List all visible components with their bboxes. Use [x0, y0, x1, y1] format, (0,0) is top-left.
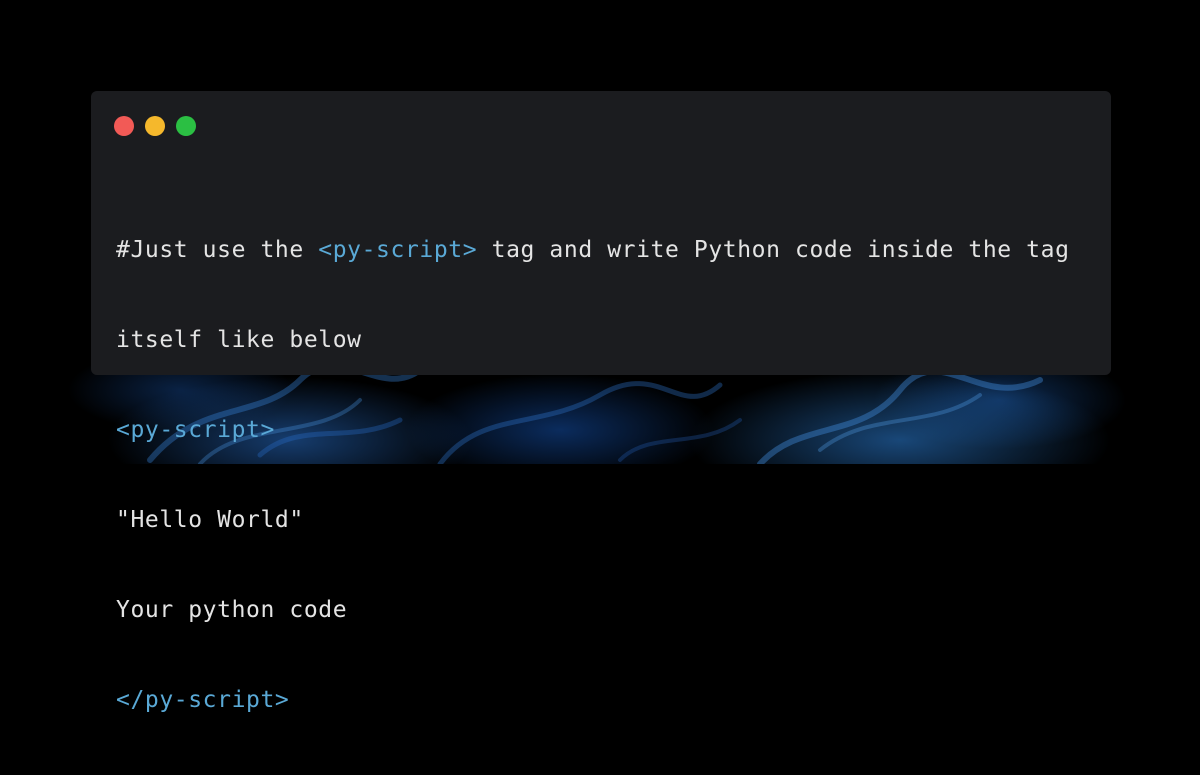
comment-text-start: #Just use the — [116, 237, 319, 263]
minimize-button[interactable] — [145, 116, 165, 136]
code-line-2: itself like below — [116, 327, 362, 353]
window-controls — [114, 116, 196, 136]
code-line-1: #Just use the <py-script> tag and write … — [116, 235, 1071, 265]
py-script-open-tag: <py-script> — [116, 417, 275, 443]
python-code-placeholder: Your python code — [116, 597, 348, 623]
code-block: #Just use the <py-script> tag and write … — [116, 175, 1071, 775]
py-script-tag-inline: <py-script> — [318, 237, 478, 263]
comment-text-end: tag and write Python code inside the tag — [477, 237, 1070, 263]
code-window: #Just use the <py-script> tag and write … — [91, 91, 1111, 713]
maximize-button[interactable] — [176, 116, 196, 136]
hello-world-string: "Hello World" — [116, 507, 304, 533]
py-script-close-tag: </py-script> — [116, 687, 290, 713]
close-button[interactable] — [114, 116, 134, 136]
